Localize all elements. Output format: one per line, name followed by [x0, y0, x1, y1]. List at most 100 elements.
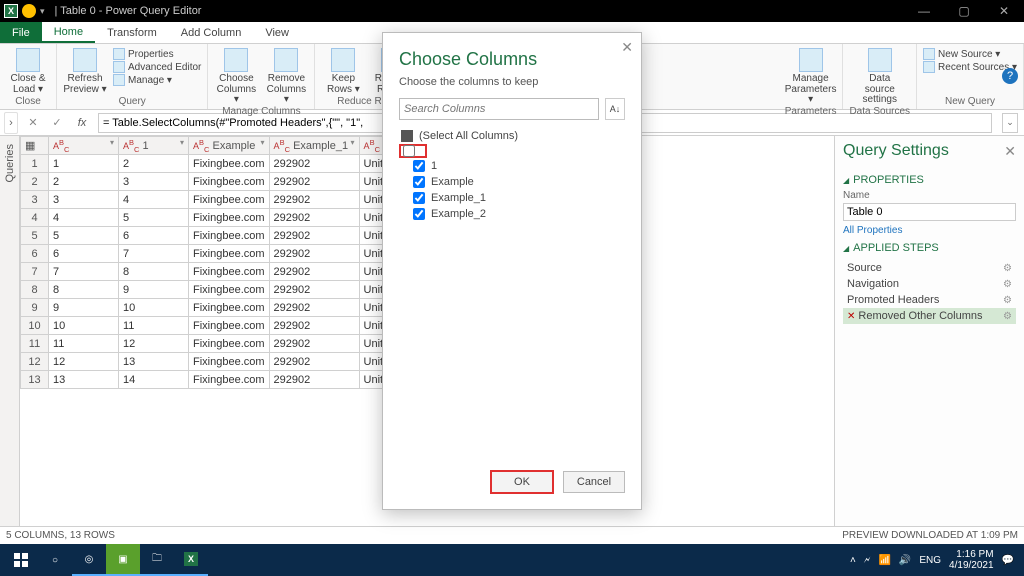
cell[interactable]: 8: [119, 263, 189, 281]
data-source-settings-button[interactable]: Data source settings: [858, 46, 902, 106]
col-example-checkbox[interactable]: Example: [399, 174, 625, 190]
queries-expand-button[interactable]: ›: [4, 112, 18, 134]
accept-formula-icon[interactable]: ✓: [48, 116, 66, 129]
row-header[interactable]: 7: [21, 263, 49, 281]
cell[interactable]: 292902: [269, 173, 359, 191]
cell[interactable]: Fixingbee.com: [189, 155, 270, 173]
cell[interactable]: Fixingbee.com: [189, 299, 270, 317]
row-header[interactable]: 1: [21, 155, 49, 173]
down-caret-icon[interactable]: ▾: [40, 6, 45, 17]
task-camtasia[interactable]: ▣: [106, 544, 140, 576]
row-header[interactable]: 12: [21, 353, 49, 371]
table-row[interactable]: 223Fixingbee.com292902Unite: [21, 173, 410, 191]
step-source[interactable]: Source⚙: [843, 260, 1016, 276]
cell[interactable]: 292902: [269, 281, 359, 299]
tray-notifications-icon[interactable]: 💬: [1002, 555, 1014, 566]
tab-transform[interactable]: Transform: [95, 22, 169, 43]
cell[interactable]: 292902: [269, 371, 359, 389]
table-row[interactable]: 667Fixingbee.com292902Unite: [21, 245, 410, 263]
delete-step-icon[interactable]: ✕: [847, 311, 855, 322]
cell[interactable]: Fixingbee.com: [189, 173, 270, 191]
cell[interactable]: Fixingbee.com: [189, 191, 270, 209]
manage-parameters-button[interactable]: Manage Parameters ▾: [789, 46, 833, 106]
table-row[interactable]: 9910Fixingbee.com292902Unite: [21, 299, 410, 317]
tray-battery-icon[interactable]: 🗲: [864, 555, 871, 566]
checkbox-icon[interactable]: [413, 208, 425, 220]
ok-button[interactable]: OK: [491, 471, 553, 493]
minimize-button[interactable]: —: [904, 0, 944, 22]
task-chrome[interactable]: ◎: [72, 544, 106, 576]
properties-button[interactable]: Properties: [113, 48, 201, 60]
cell[interactable]: 11: [119, 317, 189, 335]
table-row[interactable]: 889Fixingbee.com292902Unite: [21, 281, 410, 299]
row-header[interactable]: 8: [21, 281, 49, 299]
col-blank-checkbox[interactable]: [399, 144, 427, 158]
cell[interactable]: 292902: [269, 317, 359, 335]
row-header[interactable]: 13: [21, 371, 49, 389]
table-corner-cell[interactable]: ▦: [21, 137, 49, 155]
cell[interactable]: 10: [49, 317, 119, 335]
advanced-editor-button[interactable]: Advanced Editor: [113, 61, 201, 73]
tab-file[interactable]: File: [0, 22, 42, 43]
cell[interactable]: 12: [119, 335, 189, 353]
start-button[interactable]: [4, 544, 38, 576]
cell[interactable]: 7: [49, 263, 119, 281]
cell[interactable]: 2: [49, 173, 119, 191]
choose-columns-button[interactable]: Choose Columns ▾: [214, 46, 258, 106]
tray-clock[interactable]: 1:16 PM 4/19/2021: [949, 549, 994, 571]
cell[interactable]: Fixingbee.com: [189, 245, 270, 263]
cell[interactable]: 7: [119, 245, 189, 263]
cell[interactable]: 6: [119, 227, 189, 245]
cell[interactable]: 292902: [269, 299, 359, 317]
cell[interactable]: Fixingbee.com: [189, 353, 270, 371]
cell[interactable]: 292902: [269, 263, 359, 281]
checkbox-icon[interactable]: [413, 176, 425, 188]
col-header-3[interactable]: ABC Example_1▾: [269, 137, 359, 155]
step-removed-other-columns[interactable]: ✕Removed Other Columns⚙: [843, 308, 1016, 324]
cell[interactable]: 8: [49, 281, 119, 299]
cell[interactable]: 13: [49, 371, 119, 389]
select-all-checkbox[interactable]: (Select All Columns): [399, 128, 625, 144]
cell[interactable]: Fixingbee.com: [189, 227, 270, 245]
checkbox-icon[interactable]: [413, 160, 425, 172]
cell[interactable]: Fixingbee.com: [189, 317, 270, 335]
task-excel[interactable]: X: [174, 544, 208, 576]
cell[interactable]: 3: [49, 191, 119, 209]
table-row[interactable]: 131314Fixingbee.com292902Unite: [21, 371, 410, 389]
cell[interactable]: 292902: [269, 209, 359, 227]
cell[interactable]: Fixingbee.com: [189, 281, 270, 299]
cell[interactable]: 12: [49, 353, 119, 371]
step-promoted-headers[interactable]: Promoted Headers⚙: [843, 292, 1016, 308]
col-example1-checkbox[interactable]: Example_1: [399, 190, 625, 206]
table-row[interactable]: 101011Fixingbee.com292902Unite: [21, 317, 410, 335]
queries-pane-collapsed[interactable]: Queries: [0, 136, 20, 526]
dialog-sort-button[interactable]: A↓: [605, 98, 625, 120]
tab-home[interactable]: Home: [42, 22, 95, 43]
cell[interactable]: 14: [119, 371, 189, 389]
step-navigation[interactable]: Navigation⚙: [843, 276, 1016, 292]
dialog-search-input[interactable]: [399, 98, 599, 120]
gear-icon[interactable]: ⚙: [1003, 279, 1012, 290]
cell[interactable]: 3: [119, 173, 189, 191]
task-cortana[interactable]: ○: [38, 544, 72, 576]
cell[interactable]: 13: [119, 353, 189, 371]
tab-view[interactable]: View: [253, 22, 301, 43]
col-example2-checkbox[interactable]: Example_2: [399, 206, 625, 222]
tab-add-column[interactable]: Add Column: [169, 22, 254, 43]
fx-icon[interactable]: fx: [72, 117, 92, 129]
table-row[interactable]: 111112Fixingbee.com292902Unite: [21, 335, 410, 353]
table-row[interactable]: 445Fixingbee.com292902Unite: [21, 209, 410, 227]
cell[interactable]: 4: [119, 191, 189, 209]
gear-icon[interactable]: ⚙: [1003, 311, 1012, 322]
cell[interactable]: 2: [119, 155, 189, 173]
col-header-1[interactable]: ABC 1▾: [119, 137, 189, 155]
cell[interactable]: Fixingbee.com: [189, 263, 270, 281]
applied-steps-header[interactable]: APPLIED STEPS: [843, 242, 1016, 254]
tray-wifi-icon[interactable]: 📶: [878, 555, 890, 566]
checkbox-icon[interactable]: [403, 145, 415, 157]
properties-header[interactable]: PROPERTIES: [843, 174, 1016, 186]
help-icon[interactable]: ?: [1002, 68, 1018, 84]
cell[interactable]: 4: [49, 209, 119, 227]
cell[interactable]: 5: [49, 227, 119, 245]
dialog-close-icon[interactable]: ✕: [621, 39, 633, 56]
